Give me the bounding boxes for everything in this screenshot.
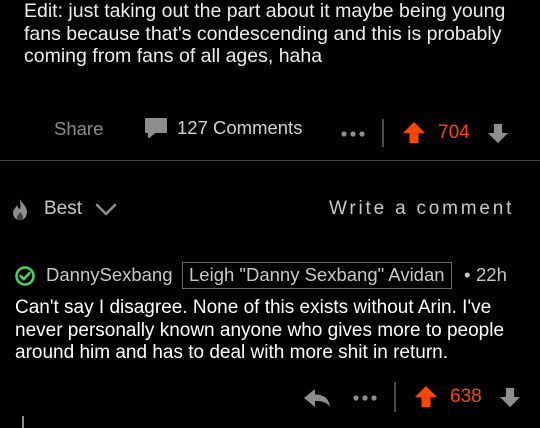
- section-divider: [0, 160, 540, 161]
- meta-separator: •: [464, 264, 471, 285]
- downvote-icon[interactable]: [487, 122, 509, 144]
- more-icon[interactable]: [340, 124, 366, 144]
- comment-score: 638: [450, 386, 482, 407]
- reply-icon[interactable]: [303, 386, 331, 410]
- post-score: 704: [438, 122, 470, 143]
- upvote-icon[interactable]: [414, 385, 438, 409]
- share-button[interactable]: Share: [54, 118, 103, 140]
- comment-username[interactable]: DannySexbang: [46, 264, 173, 286]
- verified-check-icon: [15, 266, 35, 286]
- comment-icon: [145, 118, 167, 138]
- chevron-down-icon[interactable]: [95, 203, 117, 217]
- comments-count-label: 127 Comments: [177, 117, 303, 138]
- post-edit-text: Edit: just taking out the part about it …: [24, 0, 506, 67]
- flame-icon: [13, 199, 27, 220]
- sort-dropdown[interactable]: Best: [44, 198, 82, 220]
- action-separator: [382, 119, 384, 147]
- comment-timestamp: 22h: [476, 264, 507, 285]
- comments-button[interactable]: 127 Comments: [143, 116, 302, 140]
- thread-line[interactable]: [22, 416, 24, 428]
- comment-body: Can't say I disagree. None of this exist…: [15, 297, 505, 363]
- write-comment-button[interactable]: Write a comment: [329, 198, 514, 220]
- upvote-icon[interactable]: [402, 121, 426, 145]
- more-icon[interactable]: [352, 388, 378, 408]
- downvote-icon[interactable]: [499, 386, 521, 408]
- action-separator: [394, 382, 396, 412]
- user-flair: Leigh "Danny Sexbang" Avidan: [182, 262, 452, 289]
